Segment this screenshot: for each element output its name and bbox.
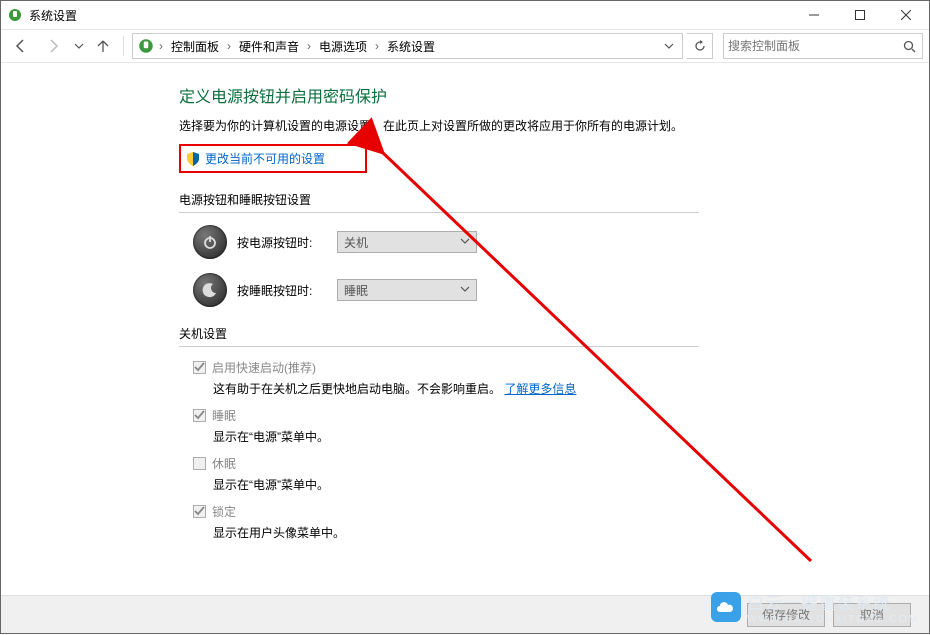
close-button[interactable]	[883, 1, 929, 29]
power-button-combo[interactable]: 关机	[337, 231, 477, 253]
lock-opt-label: 锁定	[212, 503, 236, 520]
breadcrumb-icon	[137, 37, 155, 55]
sleep-icon	[193, 273, 227, 307]
sleep-checkbox[interactable]	[193, 409, 206, 422]
section-rule	[179, 346, 699, 347]
sleep-button-row: 按睡眠按钮时: 睡眠	[193, 273, 929, 307]
lock-checkbox[interactable]	[193, 505, 206, 518]
nav-bar: › 控制面板 › 硬件和声音 › 电源选项 › 系统设置	[1, 29, 929, 63]
chevron-down-icon	[460, 283, 470, 297]
sleep-opt-label: 睡眠	[212, 407, 236, 424]
breadcrumb-separator: ›	[157, 39, 165, 53]
breadcrumb[interactable]: › 控制面板 › 硬件和声音 › 电源选项 › 系统设置	[132, 33, 683, 59]
breadcrumb-item[interactable]: 系统设置	[383, 38, 439, 55]
fast-startup-block: 启用快速启动(推荐) 这有助于在关机之后更快地启动电脑。不会影响重启。 了解更多…	[193, 359, 929, 397]
hibernate-checkbox[interactable]	[193, 457, 206, 470]
hibernate-opt-label: 休眠	[212, 455, 236, 472]
change-unavailable-settings-link[interactable]: 更改当前不可用的设置	[205, 150, 325, 167]
fast-startup-checkbox[interactable]	[193, 361, 206, 374]
search-box[interactable]	[723, 33, 923, 59]
search-icon[interactable]	[900, 40, 918, 53]
minimize-button[interactable]	[791, 1, 837, 29]
breadcrumb-separator: ›	[225, 39, 233, 53]
chevron-down-icon	[460, 235, 470, 249]
back-button[interactable]	[7, 32, 35, 60]
breadcrumb-separator: ›	[305, 39, 313, 53]
page-heading: 定义电源按钮并启用密码保护	[179, 83, 929, 107]
breadcrumb-item[interactable]: 控制面板	[167, 38, 223, 55]
breadcrumb-dropdown-icon[interactable]	[660, 41, 678, 51]
maximize-button[interactable]	[837, 1, 883, 29]
footer-bar: 保存修改 取消	[1, 595, 929, 633]
learn-more-link[interactable]: 了解更多信息	[504, 382, 576, 396]
page-description: 选择要为你的计算机设置的电源设置。在此页上对设置所做的更改将应用于你所有的电源计…	[179, 117, 929, 136]
search-input[interactable]	[728, 39, 900, 53]
up-button[interactable]	[91, 32, 115, 60]
history-dropdown[interactable]	[71, 32, 87, 60]
fast-startup-label: 启用快速启动(推荐)	[212, 359, 316, 376]
title-bar: 系统设置	[1, 1, 929, 29]
refresh-button[interactable]	[687, 33, 713, 59]
window-title: 系统设置	[29, 7, 77, 24]
lock-opt-block: 锁定 显示在用户头像菜单中。	[193, 503, 929, 541]
window-controls	[791, 1, 929, 29]
fast-startup-desc: 这有助于在关机之后更快地启动电脑。不会影响重启。 了解更多信息	[213, 380, 929, 397]
breadcrumb-separator: ›	[373, 39, 381, 53]
sleep-button-label: 按睡眠按钮时:	[237, 282, 327, 299]
sleep-button-value: 睡眠	[344, 282, 368, 299]
change-settings-highlight: 更改当前不可用的设置	[179, 144, 367, 173]
hibernate-opt-block: 休眠 显示在“电源”菜单中。	[193, 455, 929, 493]
sleep-opt-desc: 显示在“电源”菜单中。	[213, 428, 929, 445]
forward-button[interactable]	[39, 32, 67, 60]
hibernate-opt-desc: 显示在“电源”菜单中。	[213, 476, 929, 493]
cancel-button[interactable]: 取消	[833, 603, 911, 627]
shield-icon	[185, 151, 201, 167]
breadcrumb-item[interactable]: 电源选项	[315, 38, 371, 55]
power-icon	[193, 225, 227, 259]
power-button-row: 按电源按钮时: 关机	[193, 225, 929, 259]
content-area: 定义电源按钮并启用密码保护 选择要为你的计算机设置的电源设置。在此页上对设置所做…	[1, 63, 929, 595]
save-button[interactable]: 保存修改	[747, 603, 825, 627]
sleep-button-combo[interactable]: 睡眠	[337, 279, 477, 301]
lock-opt-desc: 显示在用户头像菜单中。	[213, 524, 929, 541]
section-rule	[179, 212, 699, 213]
power-button-value: 关机	[344, 234, 368, 251]
section-label-shutdown: 关机设置	[179, 325, 929, 342]
app-icon	[7, 7, 23, 23]
breadcrumb-item[interactable]: 硬件和声音	[235, 38, 303, 55]
section-label-buttons: 电源按钮和睡眠按钮设置	[179, 191, 929, 208]
power-button-label: 按电源按钮时:	[237, 234, 327, 251]
sleep-opt-block: 睡眠 显示在“电源”菜单中。	[193, 407, 929, 445]
nav-separator	[123, 36, 124, 56]
